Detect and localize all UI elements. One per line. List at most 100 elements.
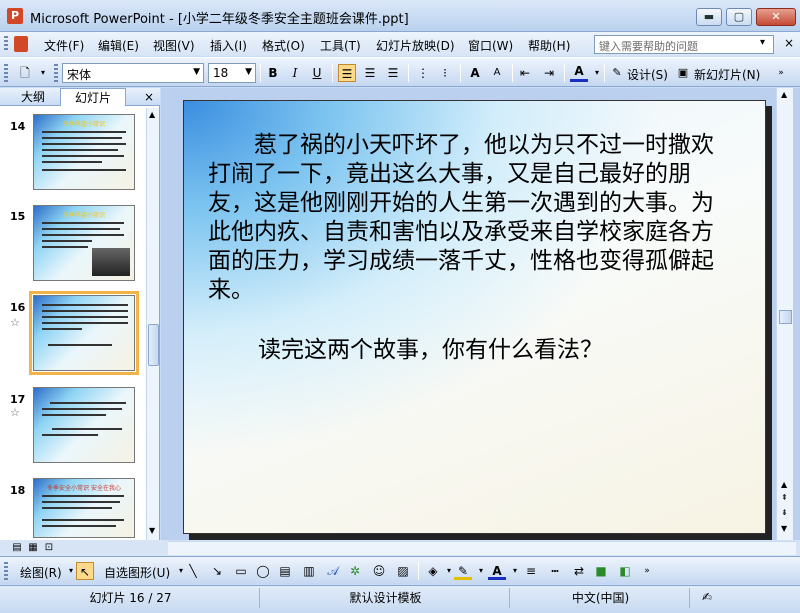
thumbnail-text-line xyxy=(42,149,118,151)
scroll-up-icon[interactable]: ▲ xyxy=(149,110,155,119)
italic-button[interactable]: I xyxy=(286,64,304,82)
menu-grip-icon[interactable] xyxy=(4,36,8,52)
slide-sorter-view-icon[interactable]: ▦ xyxy=(26,541,40,554)
wordart-icon[interactable]: 𝒜 xyxy=(324,562,342,580)
title-bar: P Microsoft PowerPoint - [小学二年级冬季安全主题班会课… xyxy=(0,0,800,32)
slide-thumbnail-16[interactable] xyxy=(29,291,139,375)
bullets-icon[interactable]: ⁝ xyxy=(436,64,454,82)
toolbar-overflow-icon[interactable]: » xyxy=(772,64,790,82)
new-slide-icon[interactable]: ▣ xyxy=(674,64,692,82)
editor-vertical-scrollbar[interactable]: ▲ ▲ ⇞ ⇟ ▼ xyxy=(776,88,793,540)
drawing-font-color-icon[interactable]: A xyxy=(488,562,506,580)
dash-style-icon[interactable]: ┅ xyxy=(546,562,564,580)
line-style-icon[interactable]: ≡ xyxy=(522,562,540,580)
menu-tools[interactable]: 工具(T) xyxy=(320,37,361,54)
diagram-icon[interactable]: ✲ xyxy=(346,562,364,580)
3d-style-icon[interactable]: ◧ xyxy=(616,562,634,580)
slide-thumbnail-18[interactable]: 冬季安全小常识 安全在我心 xyxy=(33,478,135,538)
slide-thumbnail-15[interactable]: 冬季防盗小常识 xyxy=(33,205,135,281)
maximize-button[interactable]: ▢ xyxy=(726,8,752,26)
font-size-select[interactable]: 18 ▼ xyxy=(208,63,256,83)
picture-icon[interactable]: ▨ xyxy=(394,562,412,580)
thumbnail-text-line xyxy=(52,428,122,430)
draw-menu-button[interactable]: 绘图(R) xyxy=(20,564,62,581)
menu-edit[interactable]: 编辑(E) xyxy=(98,37,139,54)
design-icon[interactable]: ✎ xyxy=(608,64,626,82)
shrink-font-button[interactable]: A xyxy=(488,64,506,82)
thumbnail-title: 冬季安全小常识 安全在我心 xyxy=(47,485,121,492)
menu-slideshow[interactable]: 幻灯片放映(D) xyxy=(376,37,455,54)
slide-thumbnail-17[interactable] xyxy=(33,387,135,463)
font-name-value: 宋体 xyxy=(67,68,92,82)
rectangle-icon[interactable]: ▭ xyxy=(232,562,250,580)
drawbar-grip-icon[interactable] xyxy=(4,562,8,580)
animation-star-icon[interactable]: ☆ xyxy=(10,316,20,329)
clipart-icon[interactable]: ☺ xyxy=(370,562,388,580)
toolbar-grip-icon[interactable] xyxy=(4,64,8,82)
font-name-select[interactable]: 宋体 ▼ xyxy=(62,63,204,83)
design-button[interactable]: 设计(S) xyxy=(627,66,668,83)
underline-button[interactable]: U xyxy=(308,64,326,82)
editor-horizontal-scrollbar[interactable] xyxy=(168,541,796,555)
scroll-up-icon[interactable]: ▲ xyxy=(781,90,787,99)
slide-thumbnail-14[interactable]: 冬季防盗小常识 xyxy=(33,114,135,190)
document-icon[interactable] xyxy=(14,36,28,52)
scrollbar-thumb[interactable] xyxy=(148,324,159,366)
autoshapes-button[interactable]: 自选图形(U) xyxy=(104,564,170,581)
tab-outline[interactable]: 大纲 xyxy=(8,88,58,106)
help-dropdown-icon[interactable]: ▾ xyxy=(760,37,765,48)
menu-window[interactable]: 窗口(W) xyxy=(468,37,513,54)
menu-insert[interactable]: 插入(I) xyxy=(210,37,247,54)
increase-indent-icon[interactable]: ⇥ xyxy=(540,64,558,82)
close-button[interactable]: ✕ xyxy=(756,8,796,26)
thumbnail-text-line xyxy=(42,519,124,521)
toolbar-options-icon[interactable]: ▾ xyxy=(34,64,52,82)
line-color-icon[interactable]: ✎ xyxy=(454,562,472,580)
font-color-button[interactable]: A xyxy=(570,64,588,82)
align-center-icon[interactable]: ☰ xyxy=(361,64,379,82)
slide-indicator: 幻灯片 16 / 27 xyxy=(2,588,260,608)
menu-help[interactable]: 帮助(H) xyxy=(528,37,570,54)
spelling-check-icon[interactable]: ✍ xyxy=(698,588,716,606)
textbox-icon[interactable]: ▤ xyxy=(276,562,294,580)
next-slide-icon[interactable]: ⇟ xyxy=(781,508,788,517)
powerpoint-icon[interactable]: P xyxy=(7,8,23,24)
slide-question-text[interactable]: 读完这两个故事，你有什么看法？ xyxy=(258,336,603,365)
shadow-style-icon[interactable]: ■ xyxy=(592,562,610,580)
new-document-icon[interactable]: 🗋 xyxy=(16,64,34,82)
vertical-textbox-icon[interactable]: ▥ xyxy=(300,562,318,580)
slide-body-text[interactable]: 惹了祸的小天吓坏了，他以为只不过一时撒欢打闹了一下，竟出这么大事，又是自己最好的… xyxy=(208,131,728,305)
oval-icon[interactable]: ◯ xyxy=(254,562,272,580)
new-slide-button[interactable]: 新幻灯片(N) xyxy=(694,66,760,83)
help-search-input[interactable]: 键入需要帮助的问题 xyxy=(594,35,774,54)
numbering-icon[interactable]: ⋮ xyxy=(414,64,432,82)
menu-format[interactable]: 格式(O) xyxy=(262,37,305,54)
document-close-button[interactable]: × xyxy=(784,36,794,50)
previous-slide-icon[interactable]: ⇞ xyxy=(781,493,788,502)
pane-close-button[interactable]: × xyxy=(144,90,154,104)
scrollbar-thumb[interactable] xyxy=(779,310,792,324)
toolbar-grip-icon-2[interactable] xyxy=(54,64,58,82)
grow-font-button[interactable]: A xyxy=(466,64,484,82)
menu-view[interactable]: 视图(V) xyxy=(153,37,195,54)
animation-star-icon[interactable]: ☆ xyxy=(10,406,20,419)
align-right-icon[interactable]: ☰ xyxy=(384,64,402,82)
tab-slides[interactable]: 幻灯片 xyxy=(60,88,126,106)
slideshow-view-icon[interactable]: ⊡ xyxy=(42,541,56,554)
current-slide[interactable]: 惹了祸的小天吓坏了，他以为只不过一时撒欢打闹了一下，竟出这么大事，又是自己最好的… xyxy=(183,100,766,534)
align-left-icon[interactable]: ☰ xyxy=(338,64,356,82)
scroll-down-icon[interactable]: ▼ xyxy=(149,526,155,535)
slides-pane-scrollbar[interactable]: ▲ ▼ xyxy=(146,108,159,540)
line-icon[interactable]: ╲ xyxy=(184,562,202,580)
toolbar-overflow-icon[interactable]: » xyxy=(638,562,656,580)
select-pointer-icon[interactable]: ↖ xyxy=(76,562,94,580)
arrow-icon[interactable]: ↘ xyxy=(208,562,226,580)
minimize-button[interactable]: ▬ xyxy=(696,8,722,26)
menu-file[interactable]: 文件(F) xyxy=(44,37,84,54)
scroll-down-icon[interactable]: ▼ xyxy=(781,524,787,533)
arrow-style-icon[interactable]: ⇄ xyxy=(570,562,588,580)
decrease-indent-icon[interactable]: ⇤ xyxy=(516,64,534,82)
normal-view-icon[interactable]: ▤ xyxy=(10,541,24,554)
scroll-up-icon[interactable]: ▲ xyxy=(781,480,787,489)
bold-button[interactable]: B xyxy=(264,64,282,82)
